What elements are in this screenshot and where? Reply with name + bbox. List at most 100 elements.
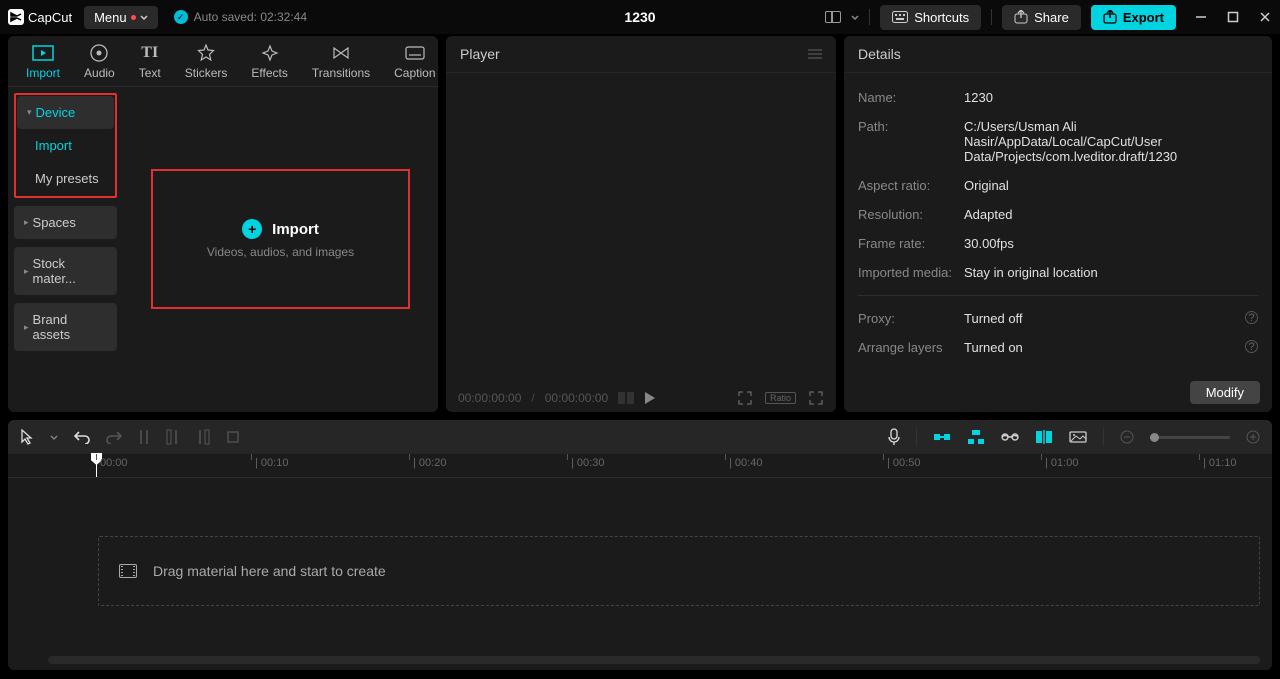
dropzone-text: Drag material here and start to create <box>153 563 386 579</box>
keyboard-icon <box>892 11 908 23</box>
caret-down-icon: ▾ <box>27 107 32 118</box>
import-subtitle: Videos, audios, and images <box>207 245 354 259</box>
sidebar-item-spaces[interactable]: ▸Spaces <box>14 206 117 239</box>
ruler-mark: | 00:50 <box>887 457 920 469</box>
trim-left-button[interactable] <box>166 429 180 445</box>
undo-button[interactable] <box>74 430 90 444</box>
timeline-toolbar <box>8 420 1272 454</box>
zoom-out-button[interactable] <box>1120 430 1134 444</box>
timeline-scrollbar[interactable] <box>48 656 1260 664</box>
minimize-button[interactable] <box>1194 10 1208 24</box>
transitions-icon <box>330 44 352 62</box>
zoom-in-button[interactable] <box>1246 430 1260 444</box>
tab-effects[interactable]: Effects <box>239 40 299 86</box>
details-title: Details <box>858 46 901 62</box>
maximize-button[interactable] <box>1226 10 1240 24</box>
app-name: CapCut <box>28 10 72 25</box>
scale-icon[interactable] <box>737 390 753 406</box>
value-framerate: 30.00fps <box>964 236 1258 251</box>
capcut-icon <box>8 9 24 25</box>
autosave-status: ✓ Auto saved: 02:32:44 <box>174 10 307 24</box>
player-viewport[interactable] <box>446 73 836 384</box>
caret-right-icon: ▸ <box>24 217 29 228</box>
media-tab-bar: Import Audio TI Text Stickers Effects Tr… <box>8 36 438 87</box>
tab-caption[interactable]: Caption <box>382 40 447 86</box>
label-proxy: Proxy: <box>858 311 964 326</box>
value-imported: Stay in original location <box>964 265 1258 280</box>
ruler-mark: | 00:40 <box>729 457 762 469</box>
microphone-button[interactable] <box>888 428 900 446</box>
sidebar-item-brand[interactable]: ▸Brand assets <box>14 303 117 351</box>
app-logo: CapCut <box>8 9 72 25</box>
sidebar-item-device[interactable]: ▾Device <box>17 96 114 129</box>
auto-snap-button[interactable] <box>967 429 985 445</box>
label-aspect: Aspect ratio: <box>858 178 964 193</box>
sidebar-item-stock[interactable]: ▸Stock mater... <box>14 247 117 295</box>
ruler-mark: | 00:30 <box>571 457 604 469</box>
shortcuts-button[interactable]: Shortcuts <box>880 5 981 30</box>
media-sidebar: ▾Device Import My presets ▸Spaces ▸Stock… <box>8 87 123 412</box>
timeline-tracks[interactable]: Drag material here and start to create <box>8 478 1272 670</box>
timeline-ruler[interactable]: 00:00 | 00:10 | 00:20 | 00:30 | 00:40 | … <box>8 454 1272 478</box>
modify-button[interactable]: Modify <box>1190 381 1260 404</box>
ruler-mark: 00:00 <box>100 457 128 469</box>
layout-icon[interactable] <box>825 11 841 23</box>
tab-audio[interactable]: Audio <box>72 40 127 86</box>
split-button[interactable] <box>138 429 150 445</box>
pointer-tool[interactable] <box>20 429 34 445</box>
tab-text[interactable]: TI Text <box>127 40 173 86</box>
sidebar-item-my-presets[interactable]: My presets <box>17 162 114 195</box>
close-button[interactable] <box>1258 10 1272 24</box>
value-arrange: Turned on <box>964 340 1245 355</box>
player-menu-icon[interactable] <box>808 49 822 59</box>
ratio-button[interactable]: Ratio <box>765 392 796 404</box>
timeline-panel: 00:00 | 00:10 | 00:20 | 00:30 | 00:40 | … <box>8 420 1272 670</box>
preview-tracks-button[interactable] <box>1035 430 1053 444</box>
value-proxy: Turned off <box>964 311 1245 326</box>
media-panel: Import Audio TI Text Stickers Effects Tr… <box>8 36 438 412</box>
caret-right-icon: ▸ <box>24 322 29 333</box>
ruler-mark: | 01:00 <box>1045 457 1078 469</box>
info-icon[interactable]: ? <box>1245 311 1258 324</box>
time-current: 00:00:00:00 <box>458 391 521 405</box>
label-imported: Imported media: <box>858 265 964 280</box>
pointer-dropdown[interactable] <box>50 435 58 440</box>
compare-icon[interactable] <box>618 392 634 404</box>
title-bar: CapCut Menu ✓ Auto saved: 02:32:44 1230 … <box>0 0 1280 34</box>
label-resolution: Resolution: <box>858 207 964 222</box>
plus-icon: + <box>242 219 262 239</box>
fullscreen-icon[interactable] <box>808 390 824 406</box>
zoom-slider[interactable] <box>1150 436 1230 439</box>
tab-stickers[interactable]: Stickers <box>173 40 240 86</box>
ruler-mark: | 01:10 <box>1203 457 1236 469</box>
tab-import[interactable]: Import <box>14 40 72 86</box>
timeline-dropzone[interactable]: Drag material here and start to create <box>98 536 1260 606</box>
import-dropzone[interactable]: + Import Videos, audios, and images <box>151 169 410 309</box>
audio-icon <box>88 44 110 62</box>
menu-notification-dot <box>131 15 136 20</box>
link-button[interactable] <box>1001 432 1019 442</box>
value-name: 1230 <box>964 90 1258 105</box>
play-button[interactable] <box>644 391 656 405</box>
player-controls: 00:00:00:00 / 00:00:00:00 Ratio <box>446 384 836 412</box>
redo-button[interactable] <box>106 430 122 444</box>
share-button[interactable]: Share <box>1002 5 1081 30</box>
export-button[interactable]: Export <box>1091 5 1176 30</box>
chevron-down-icon[interactable] <box>851 15 859 20</box>
magnet-button[interactable] <box>933 431 951 443</box>
time-total: 00:00:00:00 <box>545 391 608 405</box>
menu-button[interactable]: Menu <box>84 6 158 29</box>
effects-icon <box>259 44 281 62</box>
label-framerate: Frame rate: <box>858 236 964 251</box>
sidebar-item-import[interactable]: Import <box>17 129 114 162</box>
project-title: 1230 <box>624 9 655 25</box>
player-panel: Player 00:00:00:00 / 00:00:00:00 Ratio <box>446 36 836 412</box>
cover-button[interactable] <box>1069 431 1087 443</box>
info-icon[interactable]: ? <box>1245 340 1258 353</box>
trim-right-button[interactable] <box>196 429 210 445</box>
share-icon <box>1014 10 1028 24</box>
stickers-icon <box>195 44 217 62</box>
tab-transitions[interactable]: Transitions <box>300 40 382 86</box>
delete-button[interactable] <box>226 430 240 444</box>
check-icon: ✓ <box>174 10 188 24</box>
